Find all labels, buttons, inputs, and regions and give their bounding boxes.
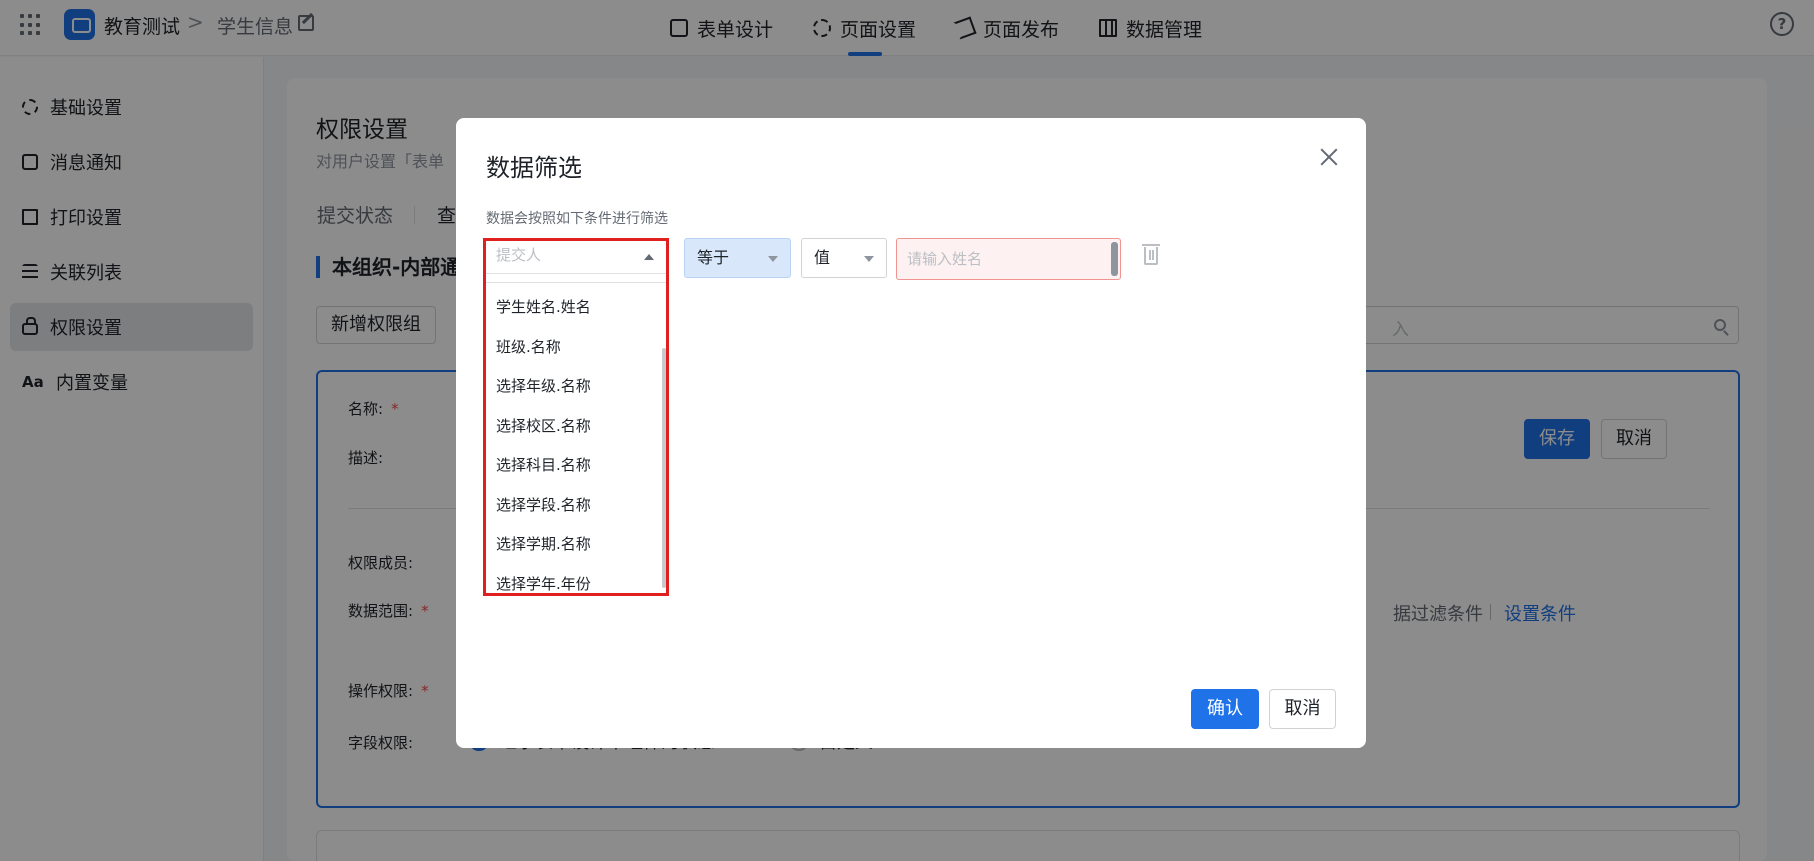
input-placeholder: 请输入姓名: [907, 250, 983, 268]
value-type-select[interactable]: 值: [801, 238, 887, 278]
chevron-up-icon: [644, 254, 654, 260]
dropdown-option[interactable]: 班级.名称: [486, 328, 666, 368]
dropdown-option[interactable]: 学生姓名.姓名: [486, 288, 666, 328]
dropdown-scrollbar[interactable]: [662, 348, 666, 588]
chevron-down-icon: [864, 256, 874, 262]
dialog-title: 数据筛选: [486, 154, 582, 182]
dropdown-option[interactable]: 选择科目.名称: [486, 446, 666, 486]
confirm-button[interactable]: 确认: [1191, 689, 1259, 729]
dropdown-option[interactable]: 选择学年.年份: [486, 565, 666, 595]
field-dropdown: 学生姓名.姓名 班级.名称 选择年级.名称 选择校区.名称 选择科目.名称 选择…: [486, 282, 666, 594]
chevron-down-icon: [768, 256, 778, 262]
close-icon[interactable]: [1318, 146, 1340, 168]
value-type: 值: [814, 248, 831, 267]
operator-select[interactable]: 等于: [684, 238, 791, 278]
dropdown-option[interactable]: 选择校区.名称: [486, 407, 666, 447]
cancel-button[interactable]: 取消: [1269, 689, 1336, 729]
field-select[interactable]: 提交人: [486, 240, 666, 274]
field-placeholder: 提交人: [496, 246, 542, 264]
dropdown-option[interactable]: 选择年级.名称: [486, 367, 666, 407]
data-filter-dialog: 数据筛选 数据会按照如下条件进行筛选 提交人 等于 值 请输入姓名 学生姓名.姓…: [456, 118, 1366, 748]
operator-value: 等于: [697, 248, 730, 267]
name-input[interactable]: 请输入姓名: [896, 238, 1121, 280]
trash-icon[interactable]: [1142, 244, 1160, 265]
dropdown-option[interactable]: 选择学期.名称: [486, 525, 666, 565]
dropdown-option[interactable]: 选择学段.名称: [486, 486, 666, 526]
input-scrollbar: [1111, 242, 1118, 276]
dialog-hint: 数据会按照如下条件进行筛选: [486, 211, 668, 227]
